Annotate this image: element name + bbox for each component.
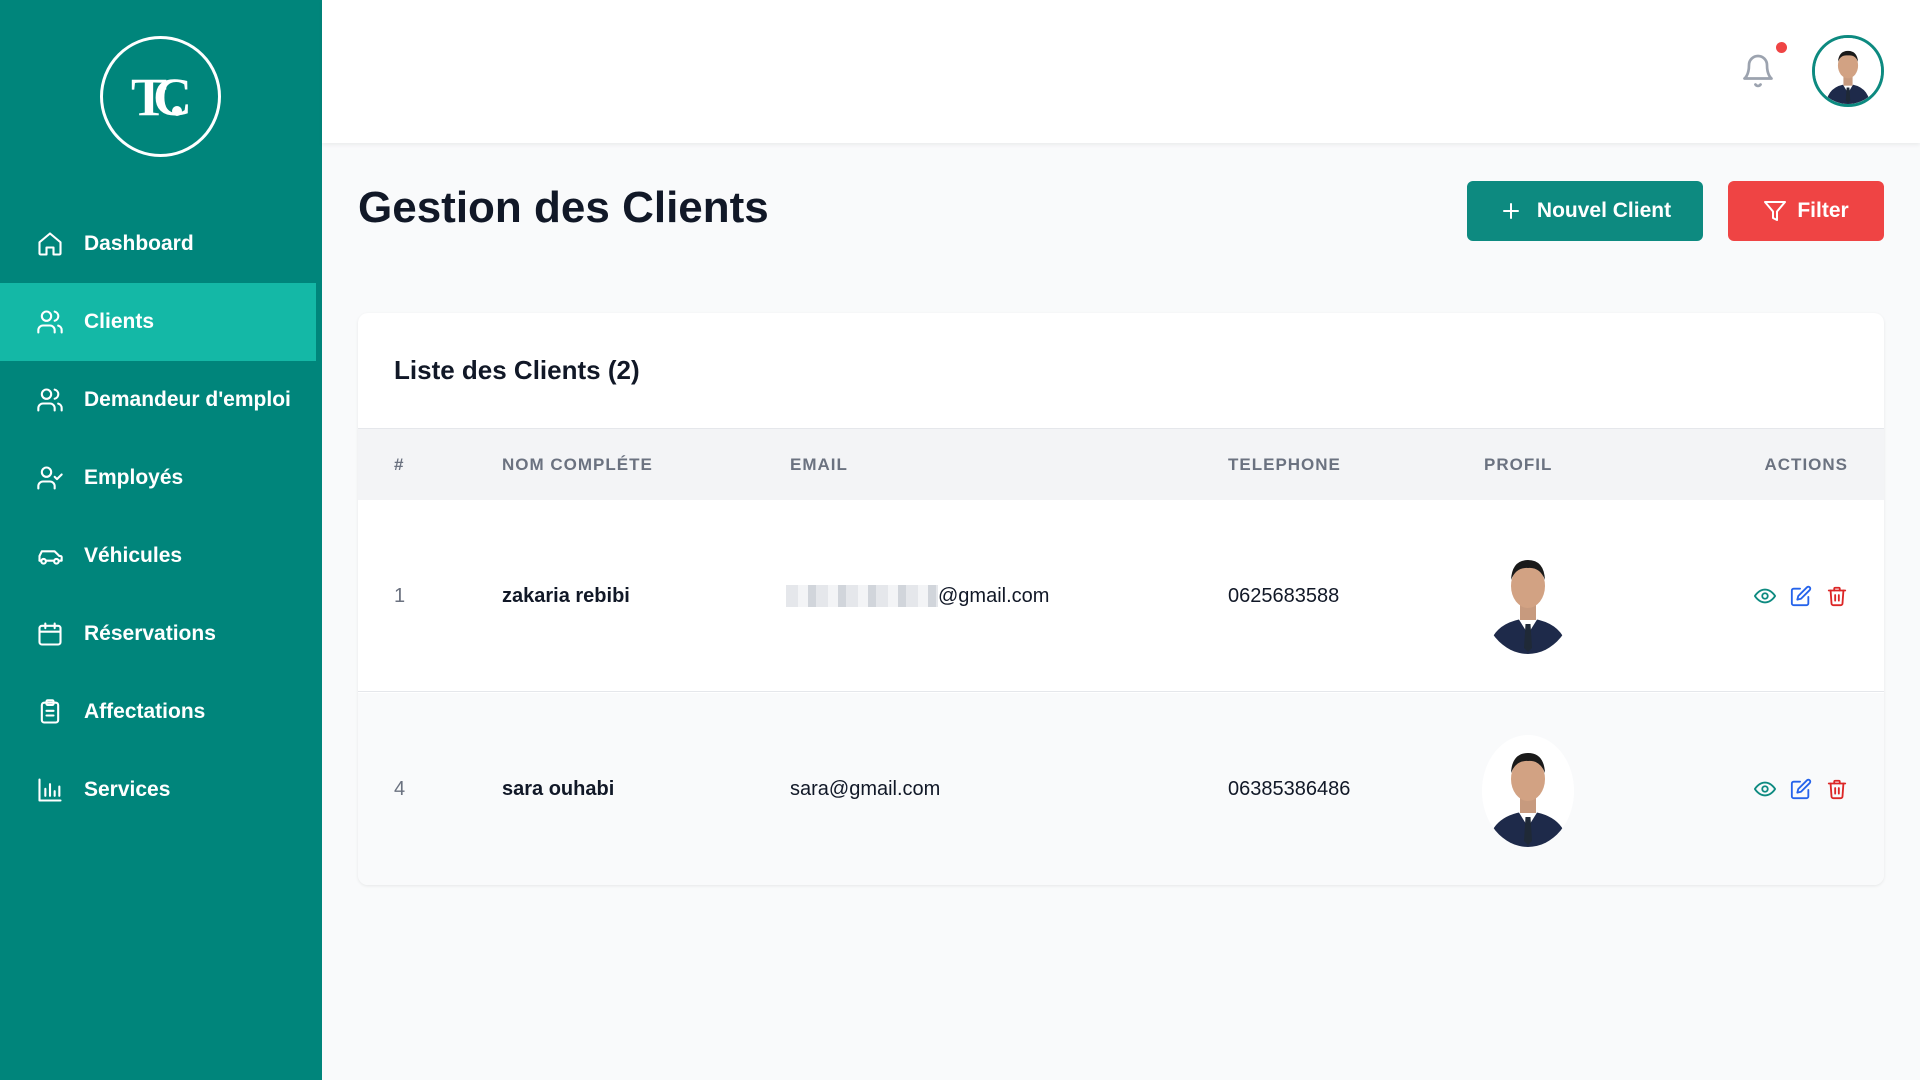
clients-list-title: Liste des Clients (2): [394, 355, 640, 385]
notification-dot: [1776, 42, 1787, 53]
sidebar-item-label: Affectations: [84, 700, 206, 723]
calendar-icon: [36, 620, 64, 648]
profile-photo: [1482, 542, 1574, 654]
row-id: 1: [394, 584, 406, 607]
sidebar-nav: Dashboard Clients Demandeur d'emploi Emp…: [0, 205, 322, 829]
sidebar: TC Dashboard Clients Demandeur d'emploi: [0, 0, 322, 1080]
row-email: @gmail.com: [786, 500, 1050, 692]
company-logo[interactable]: TC: [100, 36, 221, 157]
row-email: sara@gmail.com: [790, 777, 941, 800]
column-header-actions: ACTIONS: [1764, 455, 1848, 474]
page-title: Gestion des Clients: [358, 183, 769, 232]
car-icon: [36, 542, 64, 570]
sidebar-item-affectations[interactable]: Affectations: [0, 673, 322, 751]
sidebar-item-label: Services: [84, 778, 171, 801]
users-icon: [36, 386, 64, 414]
filter-button[interactable]: Filter: [1728, 181, 1884, 241]
profile-photo: [1482, 735, 1574, 847]
sidebar-item-clients[interactable]: Clients: [0, 283, 316, 361]
new-client-button[interactable]: Nouvel Client: [1467, 181, 1703, 241]
sidebar-item-label: Demandeur d'emploi: [84, 388, 291, 411]
sidebar-item-employes[interactable]: Employés: [0, 439, 322, 517]
edit-icon[interactable]: [1790, 585, 1812, 607]
plus-icon: [1502, 203, 1519, 219]
sidebar-item-dashboard[interactable]: Dashboard: [0, 205, 322, 283]
sidebar-item-services[interactable]: Services: [0, 751, 322, 829]
user-check-icon: [36, 464, 64, 492]
delete-icon[interactable]: [1826, 585, 1848, 607]
user-avatar[interactable]: [1812, 35, 1884, 107]
sidebar-item-vehicules[interactable]: Véhicules: [0, 517, 322, 595]
sidebar-item-demandeur-emploi[interactable]: Demandeur d'emploi: [0, 361, 322, 439]
logo-monogram: TC: [130, 66, 192, 127]
view-icon[interactable]: [1754, 778, 1776, 800]
filter-icon: [1764, 201, 1787, 221]
column-header-telephone: TELEPHONE: [1228, 455, 1341, 474]
bar-chart-icon: [36, 776, 64, 804]
table-header: # NOM COMPLÉTE EMAIL TELEPHONE PROFIL AC…: [358, 428, 1884, 500]
users-icon: [36, 308, 64, 336]
row-name: sara ouhabi: [502, 777, 615, 800]
clients-card: Liste des Clients (2) # NOM COMPLÉTE EMA…: [358, 313, 1884, 885]
row-phone: 0625683588: [1228, 584, 1340, 607]
sidebar-item-label: Véhicules: [84, 544, 183, 567]
redacted-email-user: [786, 585, 938, 607]
sidebar-item-label: Réservations: [84, 622, 216, 645]
sidebar-item-reservations[interactable]: Réservations: [0, 595, 322, 673]
table-row: 1 zakaria rebibi @gmail.com 0625683588: [358, 500, 1884, 692]
registered-mark: [172, 106, 182, 116]
column-header-id: #: [394, 455, 405, 474]
sidebar-item-label: Dashboard: [84, 232, 194, 255]
delete-icon[interactable]: [1826, 778, 1848, 800]
bell-icon[interactable]: [1740, 52, 1776, 90]
top-bar: [322, 0, 1920, 143]
column-header-name: NOM COMPLÉTE: [502, 455, 653, 474]
row-actions: [1754, 693, 1848, 885]
new-client-label: Nouvel Client: [1536, 199, 1672, 222]
table-row: 4 sara ouhabi sara@gmail.com 06385386486: [358, 693, 1884, 885]
row-name: zakaria rebibi: [502, 584, 630, 607]
sidebar-item-label: Clients: [84, 310, 155, 333]
view-icon[interactable]: [1754, 585, 1776, 607]
column-header-email: EMAIL: [790, 455, 848, 474]
edit-icon[interactable]: [1790, 778, 1812, 800]
row-email-domain: @gmail.com: [938, 584, 1050, 607]
row-actions: [1754, 500, 1848, 692]
home-icon: [36, 230, 64, 258]
sidebar-item-label: Employés: [84, 466, 184, 489]
clipboard-icon: [36, 698, 64, 726]
row-id: 4: [394, 777, 406, 800]
row-phone: 06385386486: [1228, 777, 1351, 800]
filter-label: Filter: [1797, 199, 1849, 222]
column-header-profil: PROFIL: [1484, 455, 1553, 474]
